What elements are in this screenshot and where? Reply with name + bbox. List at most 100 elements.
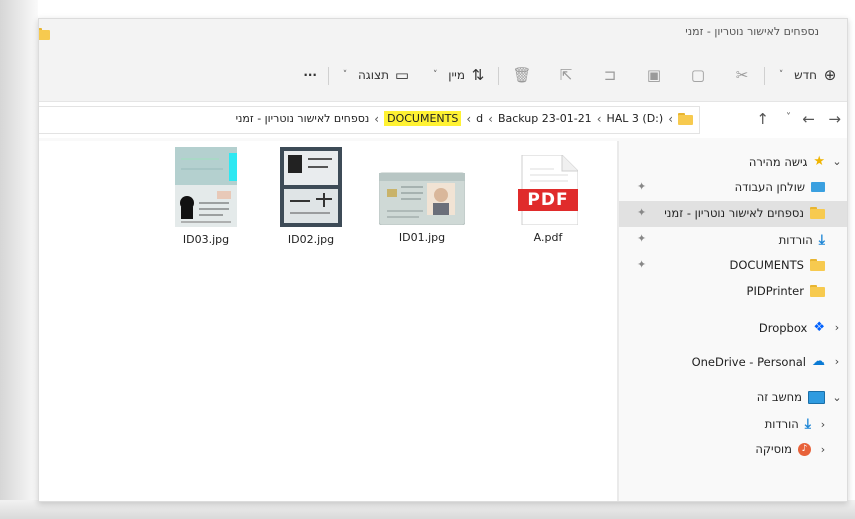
- view-icon: ▭: [394, 66, 410, 84]
- background-shadow-bottom: [0, 500, 855, 519]
- pin-icon: ✦: [637, 180, 647, 193]
- chevron-right-icon[interactable]: ‹: [831, 355, 843, 368]
- chevron-right-icon[interactable]: ‹: [817, 418, 829, 431]
- view-button[interactable]: ▭ תצוגה ˅: [336, 63, 411, 87]
- chevron-right-icon[interactable]: ‹: [817, 443, 829, 456]
- sidebar-item-label: PIDPrinter: [746, 284, 804, 298]
- breadcrumb-item[interactable]: HAL 3 (D:): [607, 112, 664, 125]
- image-thumbnail: [175, 147, 237, 227]
- folder-icon: [39, 28, 50, 40]
- file-item[interactable]: ID01.jpg: [372, 155, 472, 244]
- address-bar[interactable]: › HAL 3 (D:) › Backup 23-01-21 › d › DOC…: [39, 106, 700, 134]
- sidebar-item-label: DOCUMENTS: [729, 258, 804, 272]
- new-label: חדש: [794, 68, 817, 82]
- up-arrow-icon[interactable]: ↑: [756, 110, 769, 128]
- breadcrumb-item[interactable]: d: [476, 112, 483, 125]
- file-item[interactable]: ID03.jpg: [156, 147, 256, 246]
- sidebar-item-pc-downloads[interactable]: ‹ ⤓ הורדות: [619, 411, 847, 437]
- more-options-button[interactable]: ···: [303, 63, 317, 87]
- folder-icon: [810, 285, 825, 297]
- sidebar-item-downloads[interactable]: ⤓ הורדות ✦: [619, 227, 847, 253]
- rename-button[interactable]: ⊏: [601, 63, 619, 87]
- chevron-down-icon: ˅: [778, 70, 784, 80]
- file-list: PDF A.pdf ID01.jpg ID02.jpg ID03.jpg: [39, 141, 619, 501]
- sidebar-item-onedrive[interactable]: ‹ ☁ OneDrive - Personal: [619, 349, 847, 375]
- sidebar-item-label: Dropbox: [758, 320, 808, 335]
- cut-button[interactable]: ✂: [733, 63, 751, 87]
- sidebar-item-quick-access[interactable]: ⌄ ★ גישה מהירה: [619, 149, 847, 175]
- download-icon: ⤓: [804, 416, 811, 432]
- copy-icon: ▢: [690, 66, 706, 84]
- paste-button[interactable]: ▣: [645, 63, 663, 87]
- computer-icon: [808, 390, 825, 404]
- sort-arrows-icon: ⇅: [471, 66, 485, 84]
- title-bar: נספחים לאישור נוטריון - זמני: [39, 19, 847, 49]
- toolbar-divider: [328, 67, 329, 85]
- folder-icon: [810, 207, 825, 219]
- sidebar-item-music[interactable]: ‹ ♪ מוסיקה: [619, 437, 847, 463]
- pdf-label: PDF: [527, 190, 569, 210]
- pin-icon: ✦: [637, 258, 647, 271]
- chevron-down-icon: ˅: [432, 70, 438, 80]
- file-name: ID02.jpg: [287, 233, 335, 246]
- sort-button[interactable]: ⇅ מיין ˅: [426, 63, 487, 87]
- scissors-icon: ✂: [735, 66, 749, 84]
- star-icon: ★: [813, 154, 825, 169]
- file-item[interactable]: ID02.jpg: [261, 147, 361, 246]
- sidebar-item-label: הורדות: [764, 417, 799, 431]
- new-button[interactable]: ⊕ חדש ˅: [772, 63, 839, 87]
- share-icon: ⇱: [559, 66, 573, 84]
- sidebar-item-notary-folder[interactable]: נספחים לאישור נוטריון - זמני ✦: [619, 201, 847, 227]
- sidebar-item-pidprinter[interactable]: PIDPrinter: [619, 279, 847, 305]
- breadcrumb: › HAL 3 (D:) › Backup 23-01-21 › d › DOC…: [236, 111, 693, 126]
- plus-circle-icon: ⊕: [823, 66, 837, 84]
- sidebar-item-documents[interactable]: DOCUMENTS ✦: [619, 253, 847, 279]
- sidebar-item-label: נספחים לאישור נוטריון - זמני: [664, 206, 804, 220]
- folder-icon: [678, 112, 693, 125]
- forward-arrow-icon[interactable]: ←: [802, 110, 815, 128]
- download-icon: ⤓: [818, 232, 825, 248]
- window-title: נספחים לאישור נוטריון - זמני: [685, 25, 819, 38]
- music-icon: ♪: [798, 442, 811, 456]
- delete-button[interactable]: 🗑: [512, 63, 532, 87]
- rename-icon: ⊏: [603, 66, 617, 84]
- file-name: ID01.jpg: [398, 231, 446, 244]
- sidebar-item-label: מוסיקה: [755, 442, 792, 456]
- back-arrow-icon[interactable]: →: [828, 110, 841, 128]
- chevron-down-icon[interactable]: ⌄: [831, 155, 843, 168]
- folder-icon: [810, 259, 825, 271]
- sidebar-item-label: מחשב זה: [756, 390, 802, 404]
- address-row: → ← ˅ ↑ › HAL 3 (D:) › Backup 23-01-21 ›…: [39, 102, 847, 138]
- chevron-down-icon: ˅: [342, 70, 348, 80]
- toolbar-divider: [764, 67, 765, 85]
- pin-icon: ✦: [637, 232, 647, 245]
- sidebar-item-this-pc[interactable]: ⌄ מחשב זה: [619, 385, 847, 411]
- chevron-right-icon[interactable]: ‹: [831, 321, 843, 334]
- pdf-thumbnail: PDF: [518, 154, 579, 226]
- background-shadow-left: [0, 0, 38, 519]
- toolbar-divider: [498, 67, 499, 85]
- navigation-pane: ⌄ ★ גישה מהירה שולחן העבודה ✦ נספחים לאי…: [619, 141, 847, 501]
- file-name: ID03.jpg: [182, 233, 230, 246]
- file-name: A.pdf: [533, 231, 563, 244]
- dropbox-icon: ❖: [813, 320, 825, 335]
- breadcrumb-item[interactable]: Backup 23-01-21: [498, 112, 592, 125]
- chevron-down-icon[interactable]: ⌄: [831, 391, 843, 404]
- share-button[interactable]: ⇱: [557, 63, 575, 87]
- sidebar-item-label: שולחן העבודה: [734, 180, 805, 194]
- pin-icon: ✦: [637, 206, 647, 219]
- breadcrumb-item-highlighted[interactable]: DOCUMENTS: [384, 111, 462, 126]
- trash-icon: 🗑: [512, 66, 532, 84]
- recent-chevron-icon[interactable]: ˅: [786, 112, 791, 123]
- sidebar-item-label: הורדות: [778, 233, 813, 247]
- sidebar-item-dropbox[interactable]: ‹ ❖ Dropbox: [619, 315, 847, 341]
- copy-button[interactable]: ▢: [689, 63, 707, 87]
- file-item[interactable]: PDF A.pdf: [498, 154, 598, 244]
- desktop-icon: [811, 182, 825, 192]
- more-label: ···: [303, 68, 317, 82]
- clipboard-icon: ▣: [646, 66, 662, 84]
- view-label: תצוגה: [357, 68, 389, 82]
- breadcrumb-item[interactable]: נספחים לאישור נוטריון - זמני: [236, 112, 370, 125]
- sidebar-item-desktop[interactable]: שולחן העבודה ✦: [619, 175, 847, 201]
- sort-label: מיין: [448, 68, 465, 82]
